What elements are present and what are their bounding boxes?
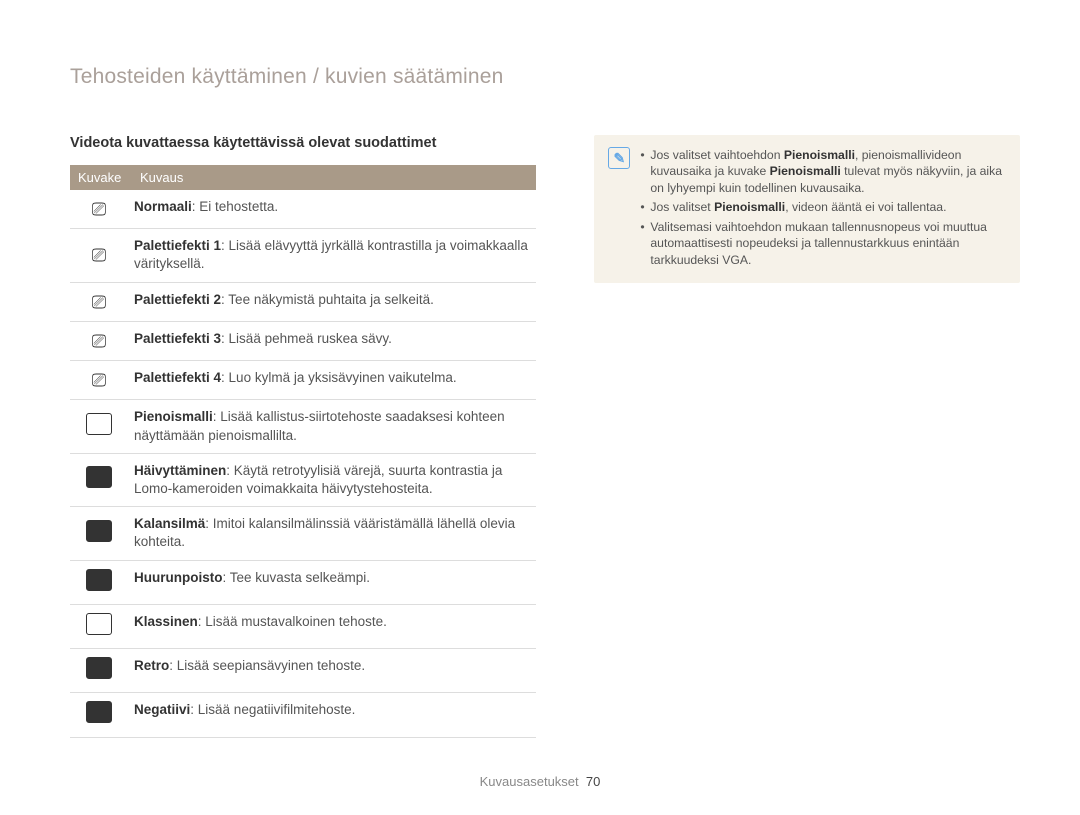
filter-desc-cell: Klassinen: Lisää mustavalkoinen tehoste. [132, 604, 536, 648]
filter-desc-cell: Retro: Lisää seepiansävyinen tehoste. [132, 649, 536, 693]
table-row: ⎚ Palettiefekti 2: Tee näkymistä puhtaita… [70, 282, 536, 321]
info-icon: ✎ [608, 147, 630, 169]
table-row: Negatiivi: Lisää negatiivifilmitehoste. [70, 693, 536, 737]
page-title: Tehosteiden käyttäminen / kuvien säätämi… [70, 65, 1020, 89]
filter-icon [86, 613, 112, 635]
filter-desc-cell: Palettiefekti 3: Lisää pehmeä ruskea säv… [132, 321, 536, 360]
filter-name: Palettiefekti 3 [134, 331, 221, 346]
filter-name: Palettiefekti 4 [134, 370, 221, 385]
filter-name: Häivyttäminen [134, 463, 226, 478]
filter-desc-cell: Palettiefekti 1: Lisää elävyyttä jyrkäll… [132, 229, 536, 282]
page-footer: Kuvausasetukset 70 [0, 774, 1080, 789]
filter-desc-cell: Negatiivi: Lisää negatiivifilmitehoste. [132, 693, 536, 737]
note-item: Valitsemasi vaihtoehdon mukaan tallennus… [640, 219, 1006, 268]
filter-desc-text: : Lisää negatiivifilmitehoste. [190, 702, 355, 717]
note-item: Jos valitset vaihtoehdon Pienoismalli, p… [640, 147, 1006, 196]
filter-name: Retro [134, 658, 169, 673]
left-column: Videota kuvattaessa käytettävissä olevat… [70, 135, 536, 738]
filter-desc-text: : Tee näkymistä puhtaita ja selkeitä. [221, 292, 434, 307]
filter-icon [86, 569, 112, 591]
note-box: ✎ Jos valitset vaihtoehdon Pienoismalli,… [594, 135, 1020, 283]
filter-icon-cell: ⎚ [70, 361, 132, 400]
filter-icon-cell: ⎚ [70, 190, 132, 229]
filter-icon: ⎚ [88, 330, 110, 352]
filter-name: Huurunpoisto [134, 570, 222, 585]
filter-desc-cell: Huurunpoisto: Tee kuvasta selkeämpi. [132, 560, 536, 604]
filter-name: Palettiefekti 2 [134, 292, 221, 307]
filter-table: Kuvake Kuvaus ⎚Normaali: Ei tehostetta.⎚… [70, 165, 536, 738]
filter-desc-cell: Kalansilmä: Imitoi kalansilmälinssiä vää… [132, 507, 536, 560]
filter-desc-text: : Lisää pehmeä ruskea sävy. [221, 331, 392, 346]
filter-icon: ⎚ [88, 369, 110, 391]
filter-icon-cell [70, 507, 132, 560]
filter-name: Pienoismalli [134, 409, 213, 424]
table-row: Klassinen: Lisää mustavalkoinen tehoste. [70, 604, 536, 648]
right-column: ✎ Jos valitset vaihtoehdon Pienoismalli,… [594, 135, 1020, 738]
filter-icon-cell [70, 400, 132, 453]
filter-icon-cell: ⎚ [70, 321, 132, 360]
header-icon: Kuvake [70, 165, 132, 190]
table-row: ⎚ Palettiefekti 4: Luo kylmä ja yksisävyi… [70, 361, 536, 400]
footer-page-number: 70 [586, 774, 600, 789]
filter-desc-text: : Ei tehostetta. [192, 199, 278, 214]
filter-icon: ⎚ [88, 291, 110, 313]
table-row: ⎚ Palettiefekti 1: Lisää elävyyttä jyrkäl… [70, 229, 536, 282]
filter-icon [86, 657, 112, 679]
filter-icon [86, 701, 112, 723]
table-row: Häivyttäminen: Käytä retrotyylisiä värej… [70, 453, 536, 506]
filter-icon: ⎚ [88, 244, 110, 266]
filter-icon: ⎚ [88, 198, 110, 220]
filter-name: Negatiivi [134, 702, 190, 717]
filter-desc-cell: Pienoismalli: Lisää kallistus-siirtoteho… [132, 400, 536, 453]
filter-desc-cell: Palettiefekti 2: Tee näkymistä puhtaita … [132, 282, 536, 321]
filter-desc-text: : Tee kuvasta selkeämpi. [222, 570, 370, 585]
filter-desc-text: : Lisää mustavalkoinen tehoste. [198, 614, 387, 629]
filter-icon-cell [70, 453, 132, 506]
table-row: Kalansilmä: Imitoi kalansilmälinssiä vää… [70, 507, 536, 560]
filter-icon-cell: ⎚ [70, 282, 132, 321]
filter-icon [86, 520, 112, 542]
table-row: Huurunpoisto: Tee kuvasta selkeämpi. [70, 560, 536, 604]
filter-icon [86, 413, 112, 435]
filter-icon [86, 466, 112, 488]
filter-desc-cell: Palettiefekti 4: Luo kylmä ja yksisävyin… [132, 361, 536, 400]
section-title: Videota kuvattaessa käytettävissä olevat… [70, 135, 536, 151]
filter-icon-cell [70, 649, 132, 693]
filter-name: Kalansilmä [134, 516, 205, 531]
table-row: ⎚ Normaali: Ei tehostetta. [70, 190, 536, 229]
filter-icon-cell: ⎚ [70, 229, 132, 282]
filter-icon-cell [70, 693, 132, 737]
content-columns: Videota kuvattaessa käytettävissä olevat… [70, 135, 1020, 738]
note-item: Jos valitset Pienoismalli, videon ääntä … [640, 199, 1006, 215]
filter-desc-text: : Luo kylmä ja yksisävyinen vaikutelma. [221, 370, 457, 385]
filter-icon-cell [70, 604, 132, 648]
filter-desc-cell: Normaali: Ei tehostetta. [132, 190, 536, 229]
footer-label: Kuvausasetukset [480, 774, 579, 789]
filter-name: Klassinen [134, 614, 198, 629]
filter-name: Palettiefekti 1 [134, 238, 221, 253]
header-desc: Kuvaus [132, 165, 536, 190]
table-row: Pienoismalli: Lisää kallistus-siirtoteho… [70, 400, 536, 453]
filter-icon-cell [70, 560, 132, 604]
filter-desc-text: : Lisää seepiansävyinen tehoste. [169, 658, 365, 673]
table-row: ⎚ Palettiefekti 3: Lisää pehmeä ruskea sä… [70, 321, 536, 360]
filter-desc-cell: Häivyttäminen: Käytä retrotyylisiä värej… [132, 453, 536, 506]
table-row: Retro: Lisää seepiansävyinen tehoste. [70, 649, 536, 693]
note-list: Jos valitset vaihtoehdon Pienoismalli, p… [640, 147, 1006, 271]
filter-name: Normaali [134, 199, 192, 214]
